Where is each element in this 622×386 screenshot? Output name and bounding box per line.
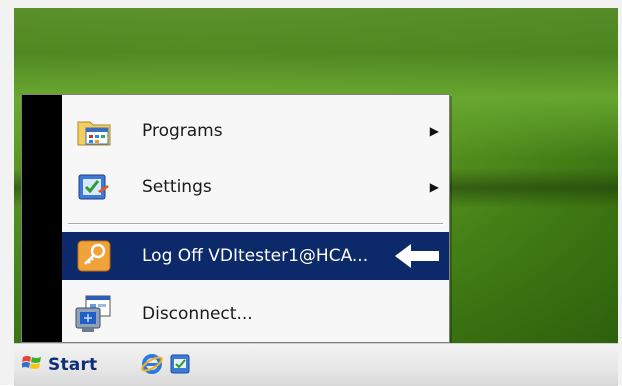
disconnect-icon xyxy=(74,294,114,334)
menu-item-settings[interactable]: Settings ▶ xyxy=(62,163,449,211)
show-desktop-icon[interactable] xyxy=(168,352,192,376)
start-menu-items: Programs ▶ Settings ▶ Log Off VDItester1… xyxy=(62,95,449,342)
taskbar: Start xyxy=(14,343,618,386)
internet-explorer-icon[interactable] xyxy=(140,352,164,376)
annotation-arrow-icon xyxy=(393,242,441,270)
menu-item-label: Disconnect... xyxy=(142,304,253,324)
menu-item-label: Settings xyxy=(142,177,212,197)
menu-item-log-off[interactable]: Log Off VDItester1@HCA... xyxy=(62,232,449,280)
settings-icon xyxy=(74,167,114,207)
menu-separator xyxy=(68,223,443,225)
logoff-key-icon xyxy=(74,236,114,276)
submenu-arrow-icon: ▶ xyxy=(429,180,439,194)
start-menu-side-rail xyxy=(22,95,62,342)
menu-item-disconnect[interactable]: Disconnect... xyxy=(62,290,449,338)
menu-item-label: Programs xyxy=(142,121,223,141)
start-label: Start xyxy=(48,355,98,375)
start-button[interactable]: Start xyxy=(18,353,103,377)
menu-item-label: Log Off VDItester1@HCA... xyxy=(142,246,369,266)
windows-logo-icon xyxy=(21,354,42,376)
menu-item-programs[interactable]: Programs ▶ xyxy=(62,107,449,155)
start-menu: Programs ▶ Settings ▶ Log Off VDItester1… xyxy=(21,94,450,343)
programs-folder-icon xyxy=(74,111,114,151)
submenu-arrow-icon: ▶ xyxy=(429,124,439,138)
